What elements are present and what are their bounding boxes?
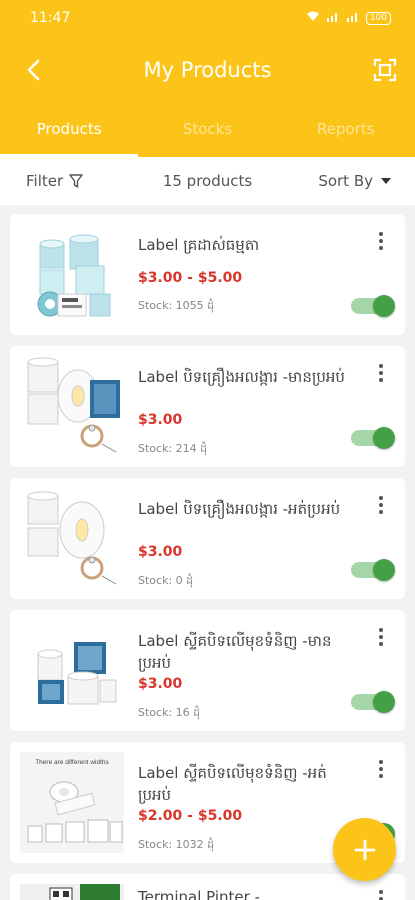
product-active-toggle[interactable]: [351, 559, 395, 581]
product-name: Terminal Pinter -: [138, 888, 261, 900]
sort-button[interactable]: Sort By: [318, 172, 391, 190]
product-card[interactable]: Label បិទគ្រឿងអលង្ការ -មានប្រអប់ $3.00 S…: [10, 346, 405, 467]
tab-stocks[interactable]: Stocks: [138, 104, 276, 157]
product-thumbnail: [20, 488, 124, 589]
filter-bar: Filter 15 products Sort By: [0, 157, 415, 205]
more-options-icon[interactable]: [377, 760, 385, 780]
product-price: $3.00 - $5.00: [138, 270, 243, 286]
more-options-icon[interactable]: [377, 890, 385, 900]
product-name: Label បិទគ្រឿងអលង្ការ -អត់ប្រអប់: [138, 500, 341, 518]
product-stock: Stock: 0 ដុំ: [138, 574, 194, 587]
product-thumbnail: [20, 620, 124, 721]
signal-icon-2: [346, 11, 360, 25]
thumb-caption: There are different widths: [35, 759, 109, 766]
status-bar: 11:47 100: [0, 0, 415, 36]
product-active-toggle[interactable]: [351, 427, 395, 449]
back-arrow-icon[interactable]: [22, 56, 46, 84]
product-thumbnail: [20, 224, 124, 325]
product-card[interactable]: Label គ្រដាស់ធម្មតា $3.00 - $5.00 Stock:…: [10, 214, 405, 335]
page-title: My Products: [143, 58, 272, 82]
product-thumbnail: [20, 884, 124, 900]
product-name: Label គ្រដាស់ធម្មតា: [138, 236, 260, 254]
tab-bar: Products Stocks Reports: [0, 104, 415, 157]
more-options-icon[interactable]: [377, 364, 385, 384]
product-stock: Stock: 16 ដុំ: [138, 706, 201, 719]
product-price: $3.00: [138, 412, 183, 428]
signal-icon: [326, 11, 340, 25]
scan-icon[interactable]: [373, 58, 397, 82]
header: 11:47 100 My Products Products Stocks Re…: [0, 0, 415, 157]
product-active-toggle[interactable]: [351, 295, 395, 317]
product-stock: Stock: 214 ដុំ: [138, 442, 208, 455]
product-name: Label ស្ទីគបិទលើមុខទំនិញ -អត់ប្រអប់: [138, 764, 327, 804]
product-price: $2.00 - $5.00: [138, 808, 243, 824]
product-name: Label ស្ទីគបិទលើមុខទំនិញ -មានប្រអប់: [138, 632, 332, 672]
wifi-icon: [306, 11, 320, 25]
product-price: $3.00: [138, 676, 183, 692]
sort-label: Sort By: [318, 172, 373, 190]
product-stock: Stock: 1055 ដុំ: [138, 299, 215, 312]
product-list: Label គ្រដាស់ធម្មតា $3.00 - $5.00 Stock:…: [10, 214, 405, 900]
tab-products[interactable]: Products: [0, 104, 138, 157]
more-options-icon[interactable]: [377, 232, 385, 252]
more-options-icon[interactable]: [377, 496, 385, 516]
app-bar: My Products: [0, 36, 415, 104]
status-time: 11:47: [30, 10, 71, 26]
caret-down-icon: [381, 178, 391, 184]
plus-icon: [354, 839, 375, 860]
product-card[interactable]: Terminal Pinter -: [10, 874, 405, 900]
product-card[interactable]: Label ស្ទីគបិទលើមុខទំនិញ -មានប្រអប់ $3.0…: [10, 610, 405, 731]
product-stock: Stock: 1032 ដុំ: [138, 838, 215, 851]
product-thumbnail: [20, 356, 124, 457]
tab-reports[interactable]: Reports: [277, 104, 415, 157]
product-name: Label បិទគ្រឿងអលង្ការ -មានប្រអប់: [138, 368, 345, 386]
more-options-icon[interactable]: [377, 628, 385, 648]
add-product-button[interactable]: [333, 818, 396, 881]
product-active-toggle[interactable]: [351, 691, 395, 713]
battery-icon: 100: [365, 11, 391, 25]
product-card[interactable]: Label បិទគ្រឿងអលង្ការ -អត់ប្រអប់ $3.00 S…: [10, 478, 405, 599]
product-thumbnail: There are different widths: [20, 752, 124, 853]
product-price: $3.00: [138, 544, 183, 560]
